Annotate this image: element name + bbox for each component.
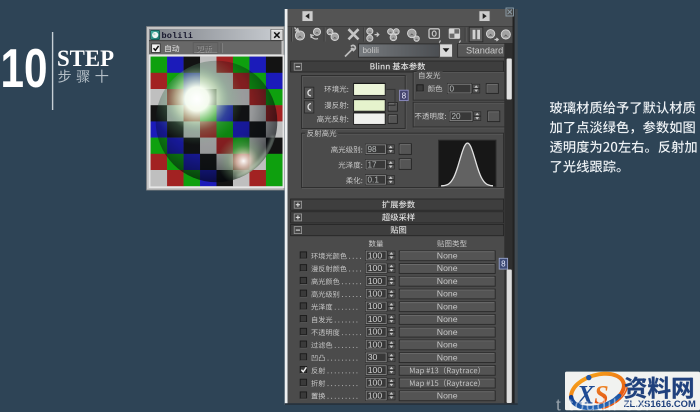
svg-text:98: 98 — [368, 145, 378, 154]
svg-text:10: 10 — [1, 38, 48, 99]
svg-text:100: 100 — [368, 378, 383, 388]
svg-text:100: 100 — [368, 339, 383, 349]
svg-text:17: 17 — [368, 160, 378, 169]
svg-text:None: None — [437, 263, 458, 273]
svg-text:STEP: STEP — [57, 46, 114, 72]
svg-text:None: None — [437, 289, 458, 299]
svg-text:30: 30 — [368, 352, 378, 362]
svg-text:None: None — [437, 391, 458, 401]
svg-text:None: None — [437, 314, 458, 324]
svg-text:None: None — [437, 340, 458, 350]
svg-text:None: None — [437, 301, 458, 311]
svg-text:None: None — [437, 251, 458, 261]
svg-text:None: None — [437, 352, 458, 362]
svg-text:100: 100 — [368, 301, 383, 311]
svg-text:bolili: bolili — [363, 46, 380, 55]
svg-text:None: None — [437, 327, 458, 337]
svg-text:bolili: bolili — [162, 31, 194, 41]
svg-text:0: 0 — [450, 84, 455, 93]
svg-text:100: 100 — [368, 314, 383, 324]
svg-text:8: 8 — [402, 91, 407, 100]
svg-text:100: 100 — [368, 327, 383, 337]
svg-text:100: 100 — [368, 289, 383, 299]
svg-text:8: 8 — [501, 260, 506, 269]
svg-text:100: 100 — [368, 276, 383, 286]
svg-text:20: 20 — [452, 112, 462, 121]
svg-text:None: None — [437, 276, 458, 286]
svg-text:100: 100 — [368, 365, 383, 375]
svg-text:0.1: 0.1 — [368, 176, 380, 185]
svg-text:100: 100 — [368, 250, 383, 260]
svg-text:100: 100 — [368, 263, 383, 273]
svg-text:100: 100 — [368, 390, 383, 400]
svg-text:t toudil col: t toudil col — [556, 396, 651, 412]
svg-text:Standard: Standard — [466, 45, 503, 55]
